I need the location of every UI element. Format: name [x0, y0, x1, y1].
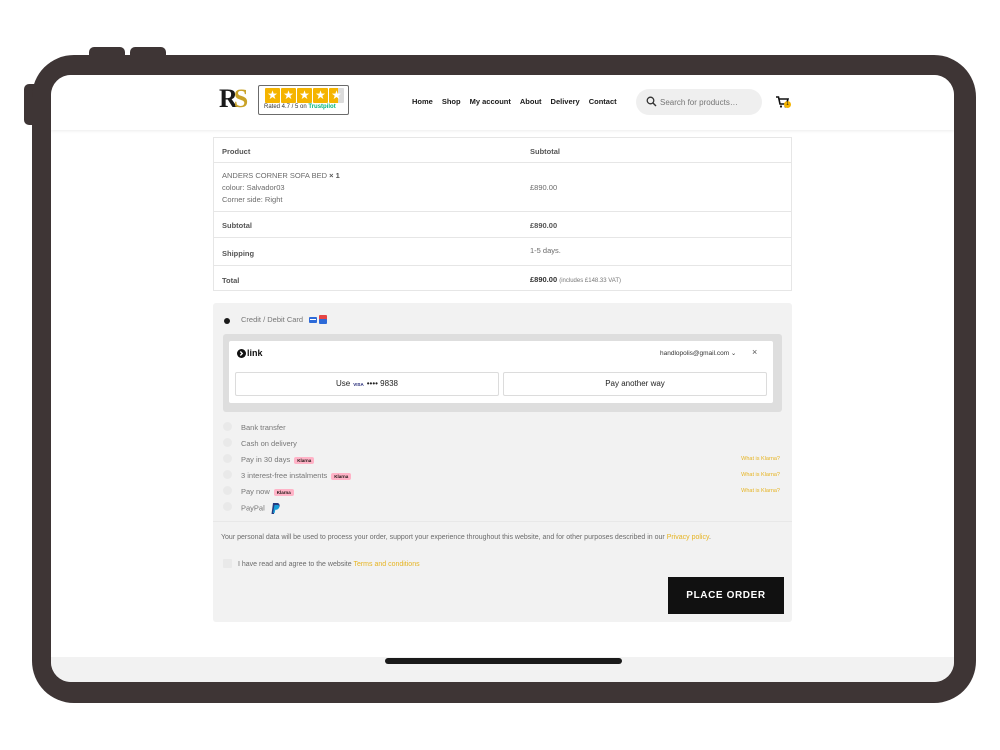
place-order-button[interactable]: PLACE ORDER	[668, 577, 784, 614]
link-arrow-icon	[237, 348, 246, 358]
site-header: RS ★ ★ ★ ★ ★ Rated 4.7 / 5 on Trustpilot…	[51, 75, 954, 130]
cash-on-delivery-radio[interactable]	[223, 438, 232, 447]
star-half-icon: ★	[329, 88, 344, 103]
link-card: link handlopolis@gmail.com ⌄ × Use VISA ••…	[229, 341, 773, 403]
search-bar[interactable]	[636, 89, 762, 115]
trustpilot-stars: ★ ★ ★ ★ ★	[265, 88, 344, 103]
paypal-radio[interactable]	[223, 502, 232, 511]
pay-in-30-days-radio[interactable]	[223, 454, 232, 463]
pay-now-label[interactable]: Pay now Klarna	[241, 487, 294, 496]
table-row-shipping: Shipping 1-5 days.	[214, 238, 791, 266]
trustpilot-rating-text: Rated 4.7 / 5 on Trustpilot	[264, 104, 336, 110]
search-input[interactable]	[660, 95, 756, 109]
section-divider	[213, 521, 792, 522]
payment-section: Credit / Debit Card link handlopolis@gma…	[213, 303, 792, 622]
nav-my-account[interactable]: My account	[470, 97, 511, 106]
what-is-klarna-link[interactable]: What is Klarna?	[741, 472, 780, 478]
item-price: £890.00	[530, 183, 558, 192]
card-icons	[309, 315, 328, 325]
what-is-klarna-link[interactable]: What is Klarna?	[741, 488, 780, 494]
main-nav: Home Shop My account About Delivery Cont…	[412, 97, 617, 106]
klarna-badge: Klarna	[294, 456, 315, 464]
klarna-badge: Klarna	[331, 472, 352, 480]
cash-on-delivery-label[interactable]: Cash on delivery	[241, 439, 297, 448]
close-icon[interactable]: ×	[752, 347, 757, 357]
visa-icon: VISA	[353, 382, 364, 387]
nav-delivery[interactable]: Delivery	[551, 97, 580, 106]
table-row-item: ANDERS CORNER SOFA BED × 1 colour: Salva…	[214, 163, 791, 212]
terms-label[interactable]: I have read and agree to the website Ter…	[238, 561, 420, 568]
terms-checkbox[interactable]	[223, 559, 232, 568]
subtotal-value: £890.00	[530, 221, 558, 230]
paypal-label[interactable]: PayPal	[241, 503, 280, 514]
pay-another-way-button[interactable]: Pay another way	[503, 372, 767, 396]
instalments-label[interactable]: 3 interest-free instalments Klarna	[241, 471, 352, 480]
star-icon: ★	[265, 88, 280, 103]
subtotal-label: Subtotal	[222, 221, 252, 230]
item-corner-side: Corner side: Right	[222, 195, 283, 204]
col-product-header: Product	[222, 147, 251, 156]
link-logo: link	[237, 348, 263, 358]
total-value: £890.00 (includes £148.33 VAT)	[530, 275, 622, 284]
trustpilot-badge[interactable]: ★ ★ ★ ★ ★ Rated 4.7 / 5 on Trustpilot	[258, 85, 349, 115]
credit-card-label[interactable]: Credit / Debit Card	[241, 315, 329, 325]
tablet-screen: RS ★ ★ ★ ★ ★ Rated 4.7 / 5 on Trustpilot…	[51, 75, 954, 682]
credit-card-radio[interactable]	[224, 318, 230, 324]
table-header-row: Product Subtotal	[214, 138, 791, 163]
privacy-policy-link[interactable]: Privacy policy	[667, 534, 709, 541]
nav-shop[interactable]: Shop	[442, 97, 461, 106]
shipping-label: Shipping	[222, 249, 255, 258]
pay-in-30-days-label[interactable]: Pay in 30 days Klarna	[241, 455, 315, 464]
table-row-subtotal: Subtotal £890.00	[214, 212, 791, 238]
what-is-klarna-link[interactable]: What is Klarna?	[741, 456, 780, 462]
pay-now-radio[interactable]	[223, 486, 232, 495]
bank-transfer-radio-button[interactable]	[223, 422, 232, 431]
nav-about[interactable]: About	[520, 97, 542, 106]
cart-button[interactable]: 1	[776, 95, 791, 113]
order-review-table: Product Subtotal ANDERS CORNER SOFA BED …	[213, 137, 792, 291]
site-logo[interactable]: RS	[219, 84, 248, 114]
privacy-notice: Your personal data will be used to proce…	[221, 534, 711, 541]
star-icon: ★	[281, 88, 296, 103]
chevron-down-icon: ⌄	[730, 350, 737, 357]
instalments-radio[interactable]	[223, 470, 232, 479]
bank-transfer-label[interactable]: Bank transfer	[241, 423, 286, 432]
klarna-badge: Klarna	[273, 488, 294, 496]
stripe-link-panel: link handlopolis@gmail.com ⌄ × Use VISA ••…	[223, 334, 782, 412]
search-icon	[646, 96, 657, 107]
table-row-total: Total £890.00 (includes £148.33 VAT)	[214, 266, 791, 291]
nav-contact[interactable]: Contact	[589, 97, 617, 106]
home-indicator	[385, 658, 622, 664]
paypal-icon	[271, 503, 280, 514]
cart-count-badge: 1	[784, 101, 791, 108]
star-icon: ★	[313, 88, 328, 103]
item-colour: colour: Salvador03	[222, 183, 285, 192]
col-subtotal-header: Subtotal	[530, 147, 560, 156]
link-account-email[interactable]: handlopolis@gmail.com ⌄	[660, 349, 736, 357]
total-label: Total	[222, 276, 240, 285]
terms-and-conditions-link[interactable]: Terms and conditions	[353, 561, 419, 568]
star-icon: ★	[297, 88, 312, 103]
nav-home[interactable]: Home	[412, 97, 433, 106]
use-saved-card-button[interactable]: Use VISA •••• 9838	[235, 372, 499, 396]
item-name: ANDERS CORNER SOFA BED × 1	[222, 171, 340, 180]
shipping-value: 1-5 days.	[530, 246, 561, 255]
